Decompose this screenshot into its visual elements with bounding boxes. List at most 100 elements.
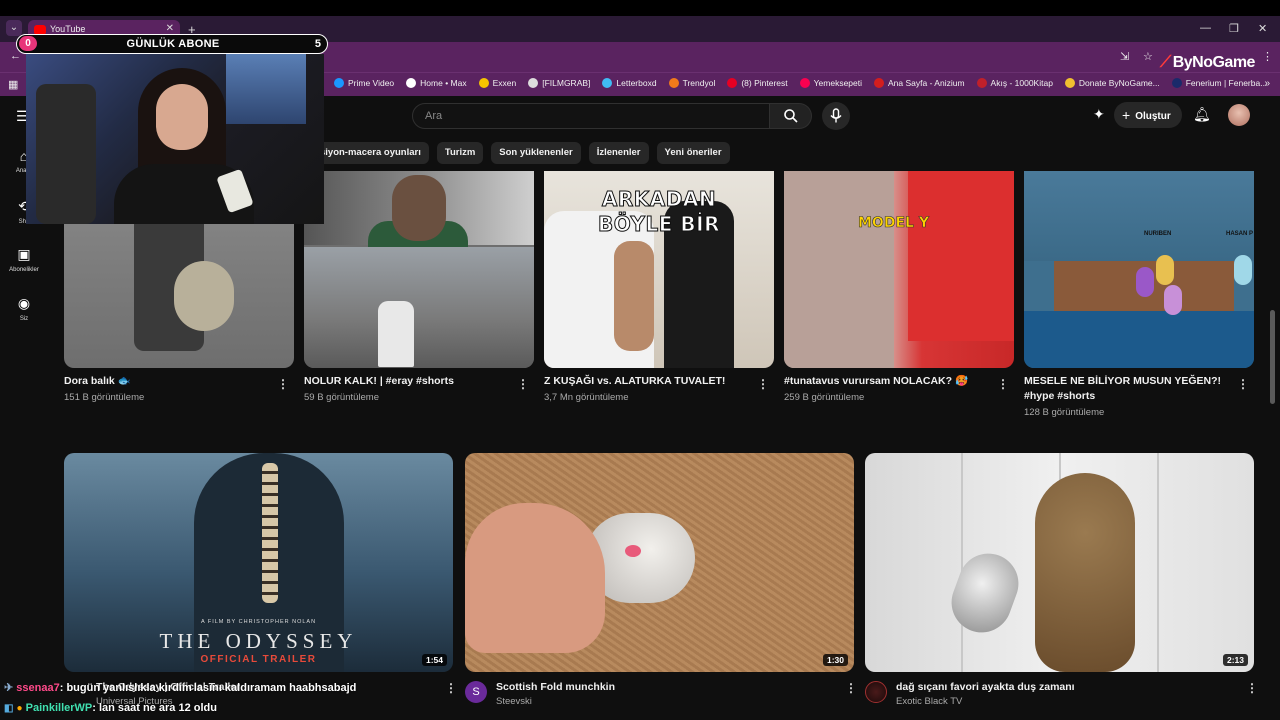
short-thumbnail[interactable] xyxy=(304,171,534,368)
bookmark-item[interactable]: [FILMGRAB] xyxy=(528,78,590,88)
star-icon[interactable]: ☆ xyxy=(1143,50,1153,63)
bookmark-item[interactable]: Home • Max xyxy=(406,78,467,88)
search-input[interactable]: Ara xyxy=(412,103,770,129)
channel-avatar[interactable] xyxy=(865,681,887,703)
more-options-icon[interactable]: ⋮ xyxy=(757,377,769,391)
chat-text-tail: lasını kaldıramam haabhsabajd xyxy=(193,682,357,694)
channel-name[interactable]: Steevski xyxy=(496,696,532,707)
chat-message: ✈ ssenaa7: bugün yanlıslıkla kırdım lasın… xyxy=(4,681,356,694)
chat-badge-icon: ✈ xyxy=(4,682,14,694)
top-strip xyxy=(0,0,1280,16)
bookmark-favicon-icon xyxy=(334,78,344,88)
rail-item-you[interactable]: ◉ Siz xyxy=(0,295,48,322)
short-card[interactable]: MODEL Y #tunatavus vurursam NOLACAK? 🥵 2… xyxy=(784,171,1014,403)
webcam-overlay xyxy=(26,54,324,224)
short-views: 59 B görüntüleme xyxy=(304,392,379,403)
bookmark-item[interactable]: Akış - 1000Kitap xyxy=(976,78,1053,88)
daily-sub-counter: GÜNLÜK ABONE 0 5 xyxy=(16,34,328,54)
more-options-icon[interactable]: ⋮ xyxy=(445,681,457,695)
video-card[interactable]: 1:30 S Scottish Fold munchkin Steevski ⋮ xyxy=(465,453,857,707)
short-title[interactable]: Z KUŞAĞI vs. ALATURKA TUVALET! xyxy=(544,374,749,389)
more-options-icon[interactable]: ⋮ xyxy=(277,377,289,391)
more-options-icon[interactable]: ⋮ xyxy=(1237,377,1249,391)
search-button[interactable] xyxy=(770,103,812,129)
bookmark-item[interactable]: (8) Pinterest xyxy=(727,78,788,88)
sub-counter-title: GÜNLÜK ABONE xyxy=(126,38,220,50)
short-card[interactable]: NOLUR KALK! | #eray #shorts 59 B görüntü… xyxy=(304,171,534,403)
bookmark-favicon-icon xyxy=(406,78,417,88)
bookmark-item[interactable]: Ana Sayfa - Anizium xyxy=(874,78,965,88)
thumbnail-caption: ARKADAN BÖYLE BİR xyxy=(598,187,720,237)
bookmark-item[interactable]: Yemeksepeti xyxy=(799,78,862,88)
video-title[interactable]: Scottish Fold munchkin xyxy=(496,681,615,693)
filter-chip[interactable]: Turizm xyxy=(436,142,484,164)
more-options-icon[interactable]: ⋮ xyxy=(997,377,1009,391)
poster-credit: A FILM BY CHRISTOPHER NOLAN xyxy=(200,619,317,625)
close-tab-icon[interactable]: ✕ xyxy=(166,23,174,34)
extension-icon[interactable]: ✦ xyxy=(1093,106,1105,123)
short-title[interactable]: #tunatavus vurursam NOLACAK? 🥵 xyxy=(784,374,989,389)
video-card[interactable]: A FILM BY CHRISTOPHER NOLAN THE ODYSSEY … xyxy=(64,453,457,707)
short-title[interactable]: NOLUR KALK! | #eray #shorts xyxy=(304,374,509,389)
short-card[interactable]: NURIBEN HASAN P MESELE NE BİLİYOR MUSUN … xyxy=(1024,171,1254,418)
chat-text: : lan saat ne ara 12 oldu xyxy=(92,702,217,714)
chat-username: ssenaa7 xyxy=(16,682,60,694)
bookmark-item[interactable]: Exxen xyxy=(478,78,516,88)
plus-icon: + xyxy=(1122,107,1131,123)
you-icon: ◉ xyxy=(17,295,31,311)
chat-message: ◧ ● PainkillerWP: lan saat ne ara 12 old… xyxy=(4,702,217,714)
search-icon xyxy=(783,109,798,123)
filter-chip[interactable]: İzlenenler xyxy=(588,142,649,164)
short-thumbnail[interactable]: MODEL Y xyxy=(784,171,1014,368)
filter-chip[interactable]: Yeni öneriler xyxy=(656,142,730,164)
short-thumbnail[interactable]: NURIBEN HASAN P xyxy=(1024,171,1254,368)
chat-badge-icon: ● xyxy=(16,703,23,714)
more-options-icon[interactable]: ⋮ xyxy=(1246,681,1258,695)
close-window-icon[interactable]: ✕ xyxy=(1258,22,1267,35)
video-card[interactable]: 2:13 dağ sıçanı favori ayakta duş zamanı… xyxy=(865,453,1258,707)
short-title[interactable]: MESELE NE BİLİYOR MUSUN YEĞEN?! #hype #s… xyxy=(1024,374,1229,404)
short-card[interactable]: ARKADAN BÖYLE BİR Z KUŞAĞI vs. ALATURKA … xyxy=(544,171,774,403)
channel-avatar[interactable]: S xyxy=(465,681,487,703)
more-bookmarks-icon[interactable]: » xyxy=(1264,78,1270,89)
bookmark-favicon-icon xyxy=(478,78,489,88)
more-options-icon[interactable]: ⋮ xyxy=(845,681,857,695)
thumbnail-caption: MODEL Y xyxy=(858,215,930,232)
bookmark-favicon-icon xyxy=(727,78,738,88)
duration-badge: 1:54 xyxy=(421,654,447,666)
video-thumbnail[interactable]: 1:30 xyxy=(465,453,854,672)
video-title[interactable]: dağ sıçanı favori ayakta duş zamanı xyxy=(896,681,1075,693)
video-thumbnail[interactable]: A FILM BY CHRISTOPHER NOLAN THE ODYSSEY … xyxy=(64,453,453,672)
minimize-icon[interactable]: — xyxy=(1200,22,1211,34)
apps-grid-icon[interactable]: ▦ xyxy=(8,78,18,91)
account-avatar[interactable] xyxy=(1228,104,1250,126)
create-button[interactable]: + Oluştur xyxy=(1114,102,1182,128)
bookmark-item[interactable]: Letterboxd xyxy=(602,78,657,88)
channel-name[interactable]: Exotic Black TV xyxy=(896,696,962,707)
short-title[interactable]: Dora balık 🐟 xyxy=(64,374,269,389)
page-scrollbar[interactable] xyxy=(1270,310,1275,404)
notifications-bell-icon[interactable]: 🔔︎ xyxy=(1193,106,1211,123)
install-icon[interactable]: ⇲ xyxy=(1120,50,1129,63)
browser-menu-icon[interactable]: ⋮ xyxy=(1262,50,1273,63)
bookmark-item[interactable]: Prime Video xyxy=(334,78,394,88)
bookmark-item[interactable]: Trendyol xyxy=(668,78,715,88)
filter-chip[interactable]: Son yüklenenler xyxy=(491,142,581,164)
video-thumbnail[interactable]: 2:13 xyxy=(865,453,1254,672)
bookmark-item[interactable]: Fenerium | Fenerba... xyxy=(1171,78,1267,88)
subscriptions-icon: ▣ xyxy=(17,246,31,262)
chat-badge-icon: ◧ xyxy=(4,703,14,714)
bynogame-watermark: ⟋ ByNoGame xyxy=(1160,54,1255,71)
tab-search-icon[interactable]: ⌄ xyxy=(6,20,22,36)
filter-chip[interactable]: siyon-macera oyunları xyxy=(312,142,429,164)
rail-label: Siz xyxy=(19,316,29,322)
more-options-icon[interactable]: ⋮ xyxy=(517,377,529,391)
bookmark-favicon-icon xyxy=(874,78,884,88)
bookmark-item[interactable]: Donate ByNoGame... xyxy=(1064,78,1160,88)
rail-label: Abonelikler xyxy=(9,267,39,273)
short-thumbnail[interactable]: ARKADAN BÖYLE BİR xyxy=(544,171,774,368)
poster-title: THE ODYSSEY xyxy=(159,629,358,653)
voice-search-button[interactable] xyxy=(822,102,850,130)
rail-item-subscriptions[interactable]: ▣ Abonelikler xyxy=(0,246,48,273)
maximize-icon[interactable]: ❐ xyxy=(1229,22,1239,35)
